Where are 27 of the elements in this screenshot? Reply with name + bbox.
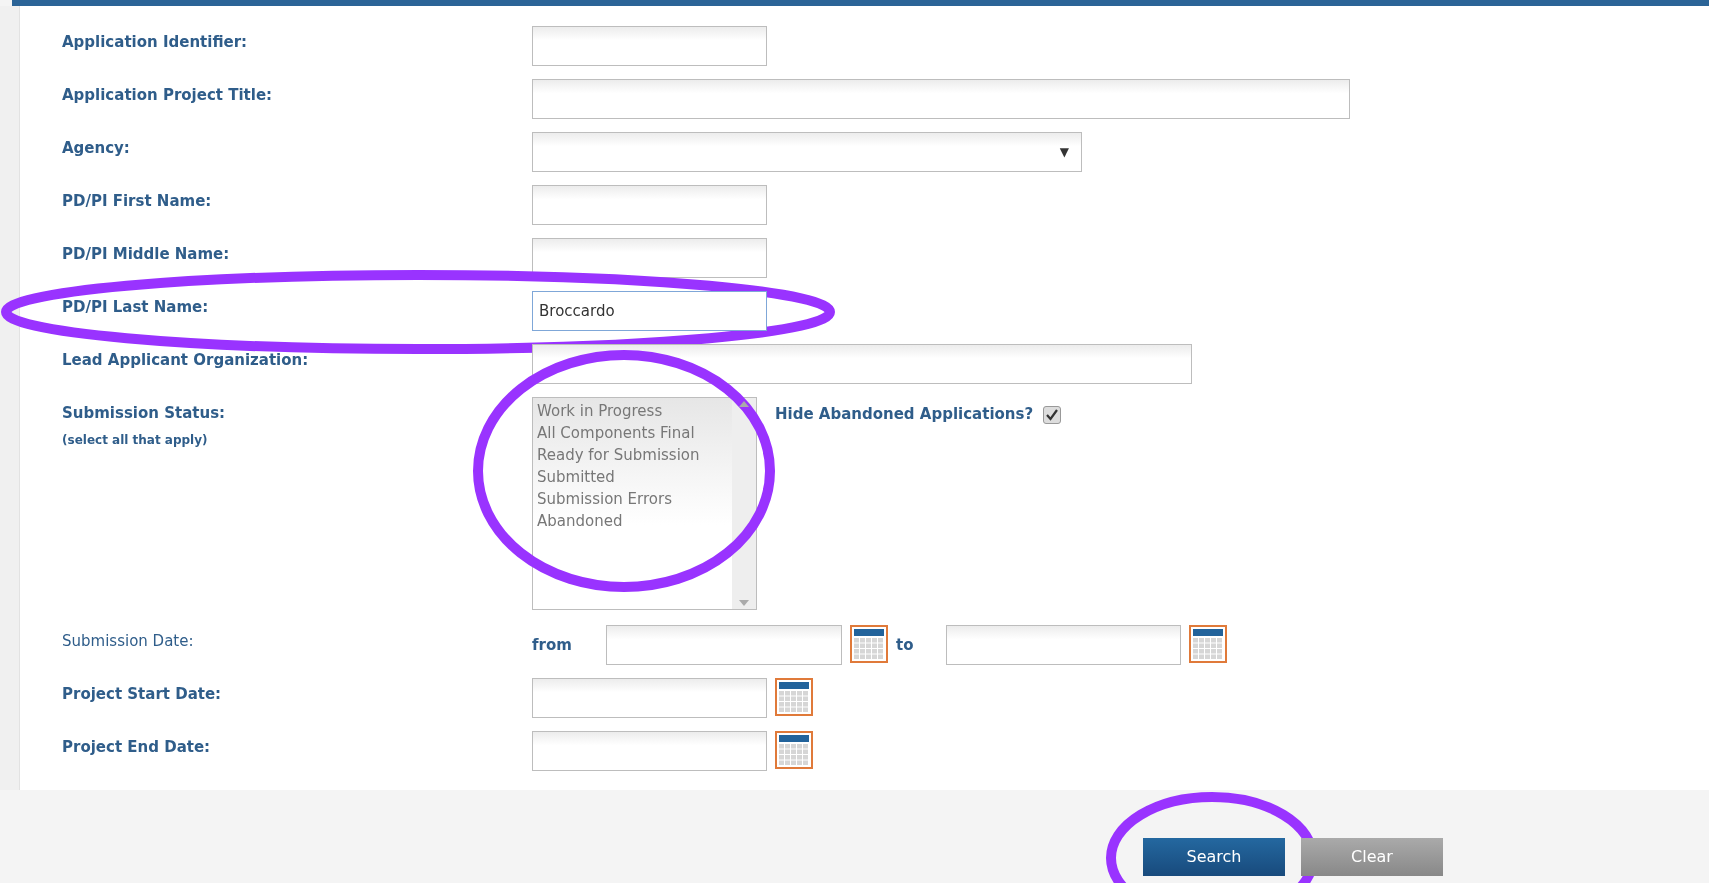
field-label: Submission Date:	[62, 632, 194, 650]
list-option[interactable]: Ready for Submission	[537, 444, 728, 466]
list-option[interactable]: All Components Final	[537, 422, 728, 444]
agency-dropdown[interactable]: ▼	[532, 132, 1082, 172]
list-option[interactable]: Submitted	[537, 466, 728, 488]
search-button[interactable]: Search	[1143, 838, 1285, 876]
field-label: PD/PI Last Name:	[62, 298, 209, 316]
from-label: from	[532, 635, 573, 656]
field-label: Project End Date:	[62, 738, 211, 756]
field-label: Agency:	[62, 139, 130, 157]
field-label: Submission Status:	[62, 404, 226, 422]
dropdown-arrow: ▼	[1059, 144, 1069, 161]
to-label: to	[896, 635, 915, 656]
field-label: Application Project Title:	[62, 86, 273, 104]
list-option[interactable]: Abandoned	[537, 510, 728, 532]
field-label: Application Identifier:	[62, 33, 248, 51]
clear-button[interactable]: Clear	[1301, 838, 1443, 876]
text-field[interactable]: Broccardo	[532, 291, 767, 331]
checkbox-label: Hide Abandoned Applications?	[775, 404, 1034, 425]
field-label: Project Start Date:	[62, 685, 222, 703]
list-option[interactable]: Submission Errors	[537, 488, 728, 510]
field-hint: (select all that apply)	[62, 431, 209, 449]
list-option[interactable]: Work in Progress	[537, 400, 728, 422]
field-label: PD/PI First Name:	[62, 192, 212, 210]
field-label: PD/PI Middle Name:	[62, 245, 230, 263]
status-listbox[interactable]: Work in Progress All Components Final Ready for Submission Submitted Submission Errors Abandoned	[532, 397, 757, 610]
field-label: Lead Applicant Organization:	[62, 351, 309, 369]
